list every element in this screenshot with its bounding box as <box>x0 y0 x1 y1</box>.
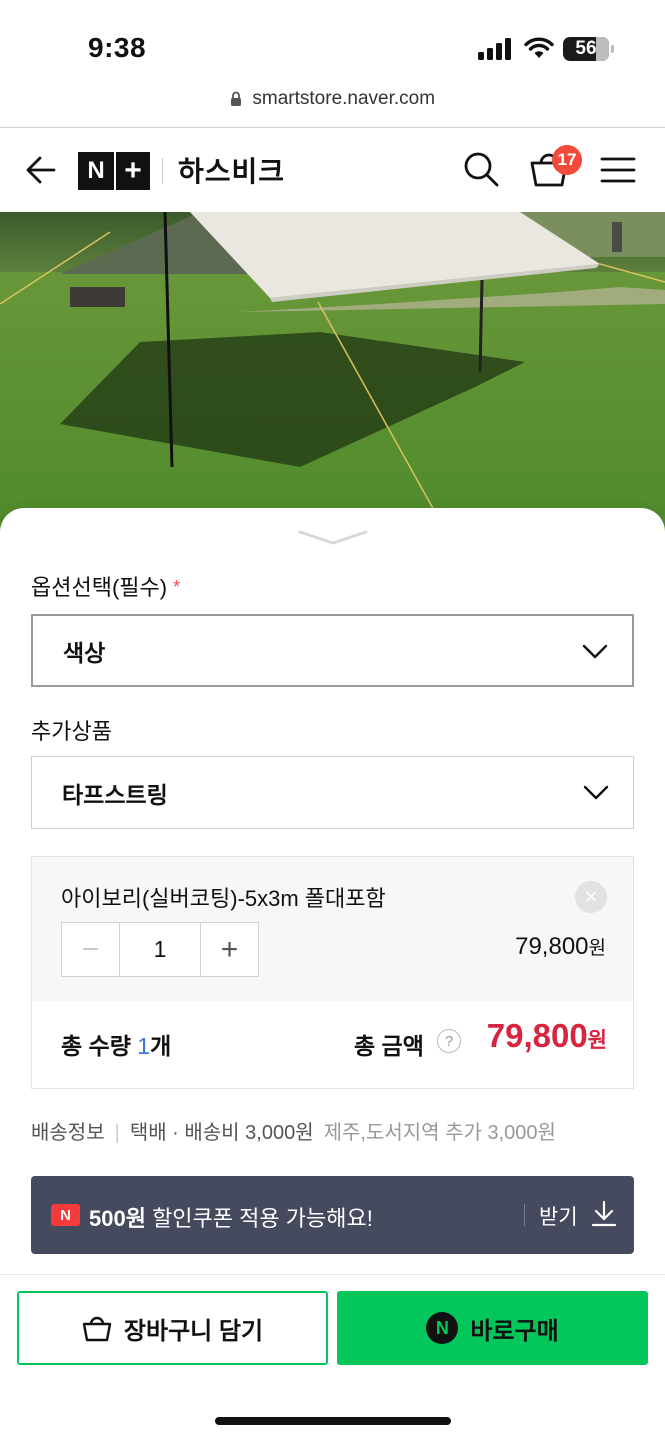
store-header: N + 하스비크 17 <box>0 128 665 212</box>
naver-plus-logo[interactable]: N + <box>78 152 150 190</box>
total-price-value: 79,800 <box>486 1017 588 1054</box>
delivery-info: 배송정보 | 택배 · 배송비 3,000원 제주,도서지역 추가 3,000원 <box>31 1116 556 1145</box>
shopping-bag-icon <box>82 1316 112 1342</box>
battery-tip <box>611 45 614 53</box>
address-bar[interactable]: smartstore.naver.com <box>0 88 665 128</box>
header-divider <box>162 158 163 184</box>
delivery-extra-fee: 제주,도서지역 추가 3,000원 <box>323 1122 556 1144</box>
wifi-icon <box>524 37 554 58</box>
battery-level: 56 <box>575 38 597 59</box>
color-select[interactable]: 색상 <box>31 614 634 687</box>
selected-option-item: 아이보리(실버코팅)-5x3m 폴대포함 × − 1 + 79,800원 <box>31 856 634 1002</box>
hamburger-menu-icon[interactable] <box>600 156 636 184</box>
naver-n-icon: N <box>51 1204 80 1226</box>
increase-quantity-button[interactable]: + <box>200 923 258 976</box>
status-bar: 9:38 56 <box>0 0 665 88</box>
extra-product-label: 추가상품 <box>31 719 112 744</box>
option-price-currency: 원 <box>588 938 606 959</box>
option-price: 79,800원 <box>515 933 606 961</box>
total-quantity-prefix: 총 수량 <box>61 1033 138 1059</box>
order-total: 총 수량 1개 총 금액 ? 79,800원 <box>31 1001 634 1089</box>
total-quantity-value: 1 <box>137 1033 151 1059</box>
total-quantity: 총 수량 1개 <box>61 1027 171 1061</box>
selected-option-name: 아이보리(실버코팅)-5x3m 폴대포함 <box>61 886 386 911</box>
status-time: 9:38 <box>88 32 147 63</box>
logo-n: N <box>78 152 114 190</box>
bottom-divider <box>0 1274 665 1275</box>
help-question-icon[interactable]: ? <box>437 1029 461 1053</box>
download-icon[interactable] <box>591 1200 617 1228</box>
buy-now-label: 바로구매 <box>470 1317 559 1345</box>
coupon-text: 할인쿠폰 적용 가능해요! <box>145 1206 373 1231</box>
total-price-currency: 원 <box>587 1029 607 1052</box>
coupon-amount: 500원 <box>89 1206 146 1231</box>
coupon-get-label[interactable]: 받기 <box>539 1201 578 1231</box>
quantity-stepper: − 1 + <box>61 922 259 977</box>
delivery-separator: | <box>114 1122 120 1144</box>
delivery-label: 배송정보 <box>31 1122 105 1144</box>
option-price-value: 79,800 <box>515 933 589 960</box>
option-sheet: 옵션선택(필수) * 색상 추가상품 타프스트링 아이보리(실버코팅)-5x3m … <box>0 508 665 1440</box>
product-image[interactable] <box>0 212 665 532</box>
required-mark: * <box>173 577 181 597</box>
buy-now-button[interactable]: N 바로구매 <box>337 1291 648 1365</box>
home-indicator <box>215 1417 451 1425</box>
back-arrow-icon[interactable] <box>24 152 60 188</box>
decrease-quantity-button[interactable]: − <box>62 923 120 976</box>
quantity-value[interactable]: 1 <box>120 923 200 976</box>
extra-product-select[interactable]: 타프스트링 <box>31 756 634 829</box>
search-icon[interactable] <box>462 150 500 188</box>
add-to-cart-button[interactable]: 장바구니 담기 <box>17 1291 328 1365</box>
total-quantity-suffix: 개 <box>150 1033 172 1059</box>
required-option-label: 옵션선택(필수) * <box>31 570 180 602</box>
color-select-value: 색상 <box>63 639 106 666</box>
sheet-collapse-chevron-icon[interactable] <box>298 528 368 548</box>
coupon-divider <box>524 1204 525 1226</box>
store-name[interactable]: 하스비크 <box>178 150 285 190</box>
tarp-photo <box>0 212 665 532</box>
remove-option-icon[interactable]: × <box>575 881 607 913</box>
battery-icon: 56 <box>563 37 609 61</box>
chevron-down-icon <box>583 785 609 800</box>
chevron-down-icon <box>582 644 608 659</box>
delivery-fee: 택배 · 배송비 3,000원 <box>129 1122 314 1144</box>
cellular-signal-icon <box>478 38 511 60</box>
url-text: smartstore.naver.com <box>252 88 436 109</box>
coupon-message: 500원 할인쿠폰 적용 가능해요! <box>89 1201 373 1233</box>
total-amount-label: 총 금액 <box>354 1033 424 1059</box>
required-option-text: 옵션선택(필수) <box>31 575 168 600</box>
extra-select-value: 타프스트링 <box>62 781 168 808</box>
cart-count-badge: 17 <box>552 145 582 175</box>
naver-pay-icon: N <box>426 1312 459 1344</box>
logo-plus: + <box>116 152 150 190</box>
add-to-cart-label: 장바구니 담기 <box>123 1317 264 1345</box>
lock-icon <box>230 91 241 106</box>
total-price: 79,800원 <box>487 1017 607 1055</box>
coupon-banner[interactable]: N 500원 할인쿠폰 적용 가능해요! 받기 <box>31 1176 634 1254</box>
